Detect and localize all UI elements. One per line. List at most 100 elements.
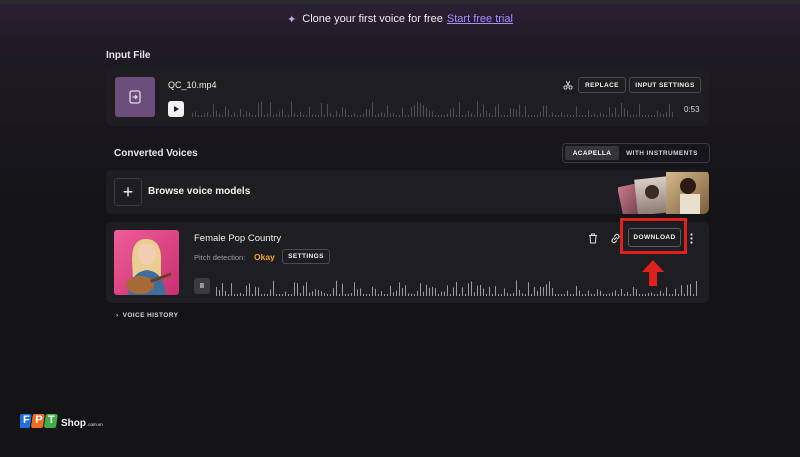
waveform-bar [624, 108, 625, 117]
waveform-bar [540, 286, 541, 296]
waveform-bar [216, 286, 217, 296]
voice-settings-button[interactable]: SETTINGS [282, 249, 330, 264]
scissors-icon[interactable] [562, 78, 574, 92]
waveform-bar [315, 289, 316, 296]
waveform-bar [207, 112, 208, 117]
waveform-bar [219, 113, 220, 117]
waveform-bar [531, 294, 532, 296]
tab-with-instruments[interactable]: WITH INSTRUMENTS [619, 146, 705, 160]
waveform-bar [438, 114, 439, 117]
waveform-bar [222, 115, 223, 117]
waveform-bar [435, 115, 436, 117]
waveform-bar [294, 113, 295, 117]
play-button[interactable] [168, 101, 184, 117]
shop-text: Shop [61, 418, 86, 429]
waveform-bar [633, 287, 634, 296]
banner-text: Clone your first voice for free [302, 13, 443, 25]
waveform-bar [627, 109, 628, 117]
waveform-bar [411, 293, 412, 296]
waveform-bar [459, 102, 460, 117]
waveform-bar [231, 115, 232, 117]
waveform-bar [552, 288, 553, 296]
waveform-bar [534, 286, 535, 296]
waveform-bar [363, 113, 364, 117]
output-waveform[interactable] [216, 280, 698, 296]
voice-history-toggle[interactable]: › VOICE HISTORY [116, 312, 178, 319]
waveform-bar [564, 115, 565, 117]
plus-icon[interactable]: + [114, 178, 142, 206]
waveform-bar [279, 111, 280, 117]
waveform-bar [612, 113, 613, 117]
waveform-bar [444, 291, 445, 296]
waveform-bar [603, 294, 604, 296]
input-settings-button[interactable]: INPUT SETTINGS [629, 77, 701, 93]
waveform-bar [414, 294, 415, 296]
waveform-bar [384, 113, 385, 117]
waveform-bar [609, 293, 610, 296]
chevron-right-icon: › [116, 312, 119, 319]
waveform-bar [402, 107, 403, 117]
waveform-bar [360, 115, 361, 117]
voice-name: Female Pop Country [194, 233, 282, 244]
tab-acapella[interactable]: ACAPELLA [565, 146, 619, 160]
replace-button[interactable]: REPLACE [578, 77, 626, 93]
waveform-bar [393, 292, 394, 296]
waveform-bar [447, 285, 448, 296]
waveform-bar [687, 284, 688, 296]
waveform-bar [660, 113, 661, 117]
waveform-bar [588, 290, 589, 296]
waveform-bar [345, 109, 346, 117]
waveform-bar [465, 294, 466, 296]
waveform-bar [510, 108, 511, 117]
waveform-bar [651, 115, 652, 117]
start-trial-link[interactable]: Start free trial [447, 13, 513, 25]
waveform-bar [624, 294, 625, 296]
pause-button[interactable]: II [194, 278, 210, 294]
waveform-bar [483, 288, 484, 296]
waveform-bar [375, 114, 376, 117]
waveform-bar [369, 109, 370, 117]
waveform-bar [666, 111, 667, 117]
waveform-bar [432, 286, 433, 296]
waveform-bar [330, 112, 331, 117]
waveform-bar [507, 115, 508, 117]
waveform-bar [246, 285, 247, 296]
waveform-bar [303, 114, 304, 117]
waveform-bar [225, 290, 226, 296]
waveform-bar [669, 103, 670, 117]
waveform-bar [267, 294, 268, 296]
waveform-bar [399, 282, 400, 296]
waveform-bar [414, 104, 415, 117]
waveform-bar [564, 294, 565, 296]
waveform-bar [318, 290, 319, 296]
waveform-bar [543, 105, 544, 117]
waveform-bar [228, 109, 229, 117]
input-waveform[interactable] [192, 101, 674, 117]
waveform-bar [396, 115, 397, 117]
waveform-bar [567, 114, 568, 117]
waveform-bar [288, 294, 289, 296]
waveform-bar [501, 115, 502, 117]
waveform-bar [366, 108, 367, 117]
waveform-bar [342, 107, 343, 117]
waveform-bar [399, 115, 400, 117]
waveform-bar [309, 106, 310, 117]
waveform-bar [642, 115, 643, 117]
waveform-bar [312, 291, 313, 296]
waveform-bar [597, 115, 598, 117]
waveform-bar [270, 102, 271, 117]
more-options-icon[interactable] [687, 231, 695, 245]
waveform-bar [282, 294, 283, 296]
waveform-bar [390, 285, 391, 296]
waveform-bar [324, 115, 325, 117]
trash-icon[interactable] [587, 231, 599, 245]
waveform-bar [513, 108, 514, 117]
waveform-bar [630, 115, 631, 117]
browse-voice-models-card[interactable]: + Browse voice models [106, 170, 709, 214]
waveform-bar [501, 294, 502, 296]
waveform-bar [573, 294, 574, 296]
waveform-bar [555, 294, 556, 296]
waveform-bar [636, 115, 637, 117]
waveform-bar [354, 113, 355, 117]
waveform-bar [381, 112, 382, 117]
